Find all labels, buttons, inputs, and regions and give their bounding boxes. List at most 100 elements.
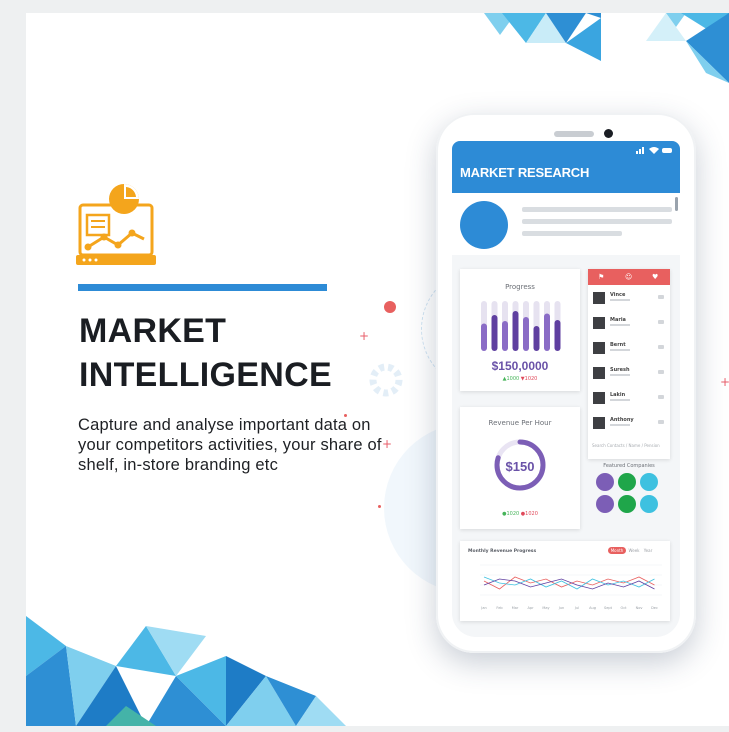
- legend-down: ▼1020: [520, 376, 538, 382]
- tab-flag-icon[interactable]: ⚑: [598, 273, 606, 281]
- month-tick-label: Apr: [527, 606, 534, 610]
- analytics-icon: [76, 184, 156, 265]
- accent-bar: [78, 284, 327, 291]
- company-dot[interactable]: [596, 495, 614, 513]
- gear-icon: [369, 363, 403, 397]
- featured-title: Featured Companies: [603, 463, 655, 469]
- legend-up: ▲1000: [502, 376, 520, 382]
- month-tick-label: May: [542, 606, 549, 610]
- revenue-widget: Revenue Per Hour $150 ●1020 ●1020: [460, 407, 580, 529]
- revenue-legend: ●1020 ●1020: [460, 511, 580, 517]
- contact-avatar: [593, 342, 605, 354]
- month-tick-label: Dec: [651, 606, 658, 610]
- contact-row[interactable]: Anthony: [588, 412, 670, 434]
- progress-bar: [502, 321, 508, 351]
- featured-companies: Featured Companies: [588, 463, 670, 523]
- scrollbar[interactable]: [675, 197, 678, 211]
- message-icon[interactable]: [658, 320, 664, 324]
- plus-decor: +: [359, 329, 370, 343]
- contact-avatar: [593, 317, 605, 329]
- app-header: MARKET RESEARCH: [452, 141, 680, 193]
- contact-avatar: [593, 392, 605, 404]
- monthly-line-chart: Jan Feb Mar Apr May Jun Jul Aug Sept Oct Nov Dec: [480, 564, 662, 610]
- description: Capture and analyse important data on yo…: [78, 416, 382, 474]
- progress-bar: [512, 311, 519, 351]
- dot-decor: [378, 505, 381, 508]
- legend-down: ●1020: [520, 511, 538, 517]
- tab-year[interactable]: Year: [642, 547, 654, 554]
- headline-line2: INTELLIGENCE: [79, 356, 332, 394]
- progress-title: Progress: [505, 283, 535, 291]
- progress-bar: [491, 315, 498, 351]
- company-dot[interactable]: [640, 473, 658, 491]
- contact-name: Vince: [610, 292, 626, 298]
- contact-subtitle: [610, 324, 630, 326]
- message-icon[interactable]: [658, 420, 664, 424]
- company-dot[interactable]: [618, 473, 636, 491]
- message-icon[interactable]: [658, 395, 664, 399]
- contact-row[interactable]: Suresh: [588, 362, 670, 384]
- contact-avatar: [593, 367, 605, 379]
- phone-mockup: MARKET RESEARCH Progress $150,0000 ▲1000…: [436, 113, 696, 653]
- contact-subtitle: [610, 374, 630, 376]
- revenue-value: $150: [505, 459, 535, 474]
- contact-subtitle: [610, 349, 630, 351]
- contact-row[interactable]: Maria: [588, 312, 670, 334]
- plus-decor: +: [720, 375, 729, 389]
- tab-people-icon[interactable]: ☺: [625, 273, 633, 281]
- contacts-search-input[interactable]: Search Contacts / Name / Pension: [592, 443, 660, 448]
- message-icon[interactable]: [658, 370, 664, 374]
- promo-card: + + + MARKET INTELLIGENCE Capture and an…: [26, 13, 729, 726]
- progress-widget: Progress $150,0000 ▲1000 ▼1020: [460, 269, 580, 391]
- progress-legend: ▲1000 ▼1020: [460, 376, 580, 382]
- month-tick-label: Jan: [480, 606, 486, 610]
- phone-camera: [604, 129, 613, 138]
- month-tick-label: Aug: [589, 606, 596, 610]
- tab-month[interactable]: Month: [608, 547, 626, 554]
- company-dots: [596, 473, 666, 517]
- decorative-triangles-top: [484, 13, 729, 83]
- contact-name: Anthony: [610, 417, 634, 423]
- contact-row[interactable]: Bernt: [588, 337, 670, 359]
- phone-speaker: [554, 131, 594, 137]
- profile-block: [452, 193, 680, 255]
- progress-bar: [523, 317, 529, 351]
- month-tick-label: Jul: [574, 606, 579, 610]
- tab-week[interactable]: Week: [628, 547, 640, 554]
- contacts-tabs: ⚑ ☺ ♥: [588, 269, 670, 285]
- app-title: MARKET RESEARCH: [460, 165, 590, 180]
- contact-name: Bernt: [610, 342, 626, 348]
- progress-bar: [533, 326, 540, 351]
- month-tick-label: Mar: [512, 606, 519, 610]
- contact-name: Maria: [610, 317, 626, 323]
- text-placeholder: [522, 219, 672, 224]
- contact-subtitle: [610, 299, 630, 301]
- message-icon[interactable]: [658, 345, 664, 349]
- avatar[interactable]: [460, 201, 508, 249]
- month-tick-label: Jun: [558, 606, 564, 610]
- decorative-triangles-bottom: [26, 616, 346, 726]
- contact-name: Suresh: [610, 367, 630, 373]
- company-dot[interactable]: [640, 495, 658, 513]
- month-tick-label: Nov: [636, 606, 643, 610]
- contact-subtitle: [610, 399, 630, 401]
- message-icon[interactable]: [658, 295, 664, 299]
- contact-row[interactable]: Vince: [588, 287, 670, 309]
- monthly-revenue-widget: Monthly Revenue Progress Month Week Year…: [460, 541, 670, 621]
- company-dot[interactable]: [596, 473, 614, 491]
- progress-bar: [481, 323, 487, 351]
- heart-badge-icon: [384, 301, 396, 313]
- progress-bar: [544, 313, 550, 351]
- revenue-title: Revenue Per Hour: [488, 419, 552, 427]
- contact-list: Vince Maria Bernt Suresh Lakin Anthony: [588, 287, 670, 437]
- contact-avatar: [593, 417, 605, 429]
- tab-like-icon[interactable]: ♥: [652, 273, 660, 281]
- headline: MARKET INTELLIGENCE: [79, 309, 332, 397]
- progress-value: $150,0000: [491, 359, 549, 373]
- company-dot[interactable]: [618, 495, 636, 513]
- month-tick-label: Oct: [620, 606, 627, 610]
- text-placeholder: [522, 207, 672, 212]
- contact-row[interactable]: Lakin: [588, 387, 670, 409]
- monthly-title: Monthly Revenue Progress: [468, 549, 537, 554]
- progress-bar: [554, 320, 561, 351]
